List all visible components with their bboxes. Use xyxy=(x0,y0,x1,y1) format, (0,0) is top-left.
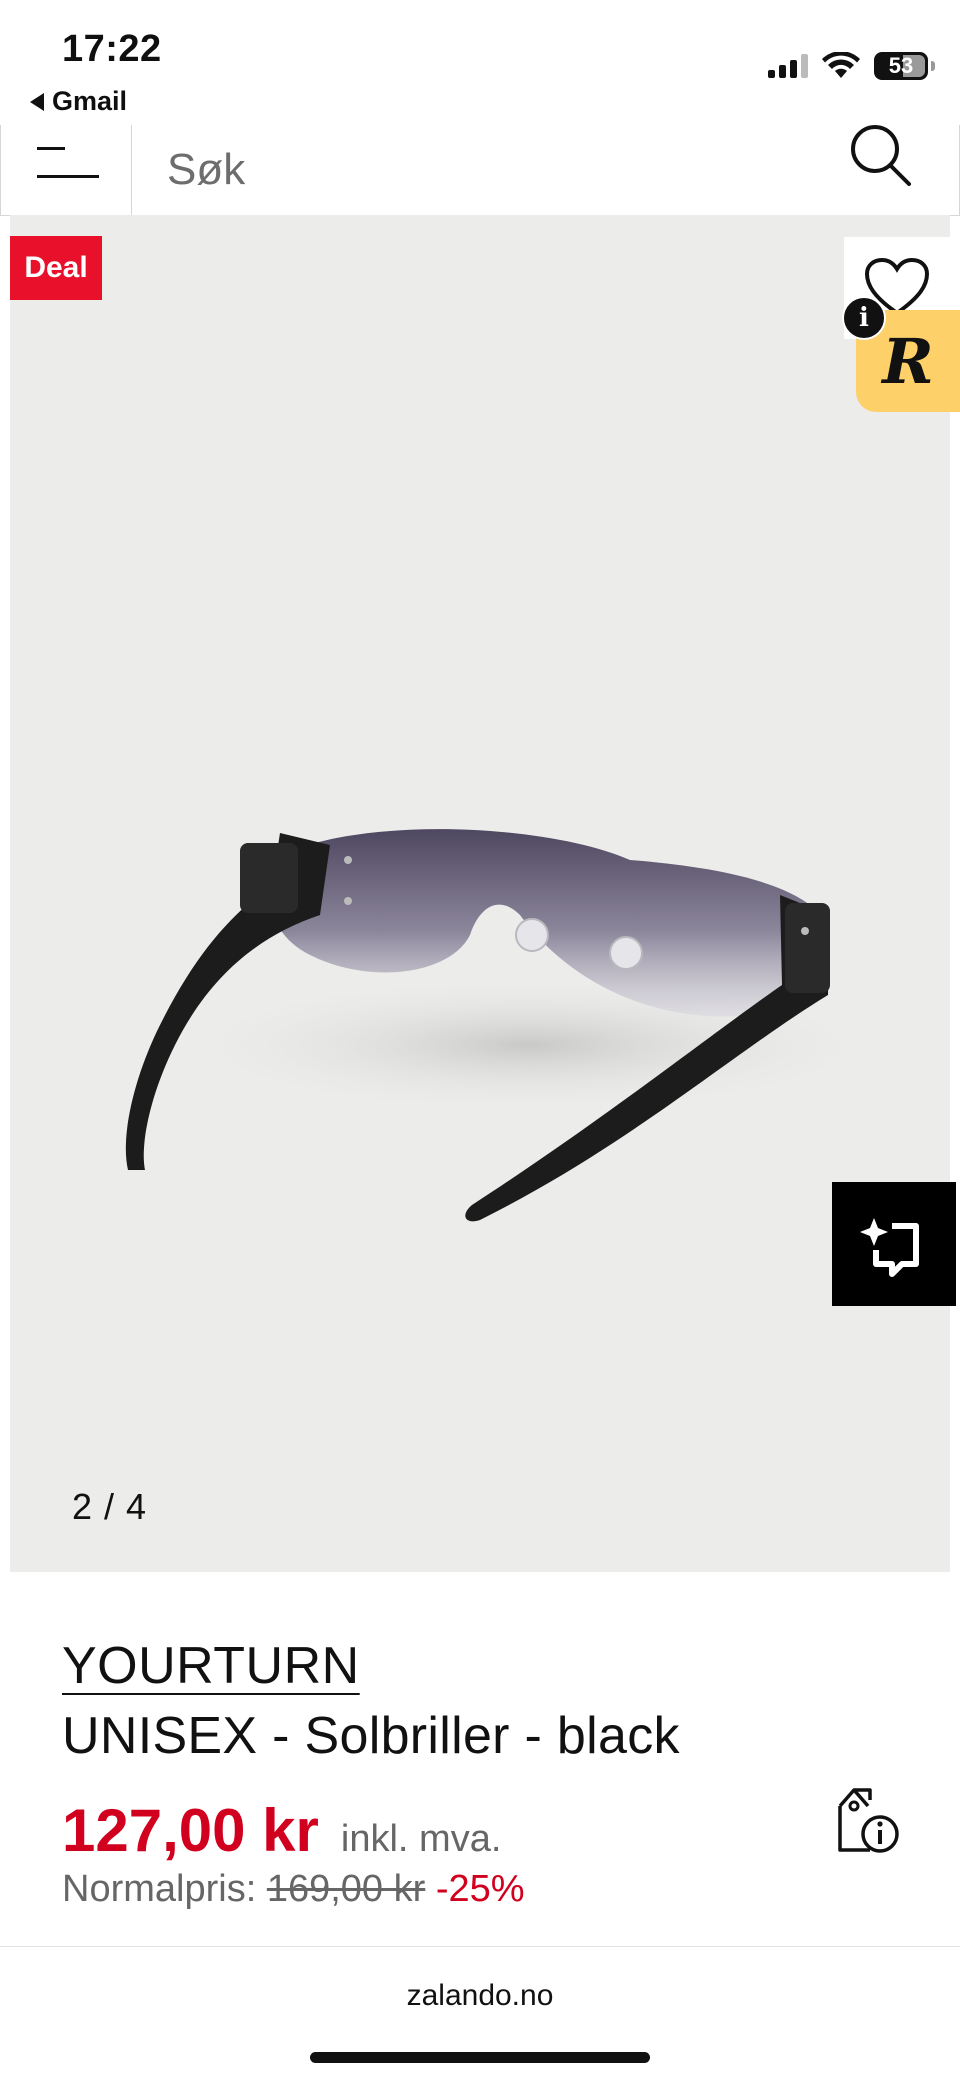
back-to-app-link[interactable]: Gmail xyxy=(30,86,127,117)
home-indicator[interactable] xyxy=(310,2052,650,2063)
ai-sparkle-icon xyxy=(860,1218,919,1277)
info-icon[interactable]: i xyxy=(842,296,886,340)
status-bar: 17:22 Gmail 53 xyxy=(0,0,960,125)
discount-percent: -25% xyxy=(435,1868,525,1910)
normal-price-row: Normalpris: 169,00 kr -25% xyxy=(62,1868,525,1911)
deal-badge: Deal xyxy=(10,236,102,300)
wifi-icon xyxy=(822,52,860,78)
battery-icon: 53 xyxy=(874,52,935,80)
price-tag-info-icon[interactable] xyxy=(834,1786,902,1856)
status-icons: 53 xyxy=(768,52,935,80)
back-app-label: Gmail xyxy=(52,86,128,116)
search-icon[interactable] xyxy=(845,123,915,193)
current-price: 127,00 kr xyxy=(62,1797,319,1864)
url-text[interactable]: zalando.no xyxy=(0,1979,960,2013)
back-triangle-icon xyxy=(30,92,44,111)
sunglasses-product-photo xyxy=(125,829,890,1222)
status-time: 17:22 xyxy=(62,28,162,70)
browser-url-bar: zalando.no xyxy=(0,1946,960,2080)
price-row: 127,00 kr inkl. mva. xyxy=(62,1796,501,1865)
search-input[interactable]: Søk xyxy=(167,125,245,215)
product-image-gallery[interactable]: 2 / 4 xyxy=(10,215,950,1572)
vat-note: inkl. mva. xyxy=(340,1818,502,1860)
old-price: 169,00 kr xyxy=(266,1868,426,1910)
brand-link[interactable]: YOURTURN xyxy=(62,1636,360,1696)
ai-sparkle-button[interactable] xyxy=(832,1182,956,1306)
hamburger-menu-icon xyxy=(37,147,65,150)
search-header: Søk xyxy=(0,125,960,216)
product-name: UNISEX - Solbriller - black xyxy=(62,1707,680,1765)
battery-level: 53 xyxy=(888,53,914,78)
cellular-signal-icon xyxy=(768,54,808,78)
menu-button[interactable] xyxy=(1,125,132,215)
normal-price-label: Normalpris: xyxy=(62,1868,257,1910)
image-counter: 2 / 4 xyxy=(72,1486,148,1527)
